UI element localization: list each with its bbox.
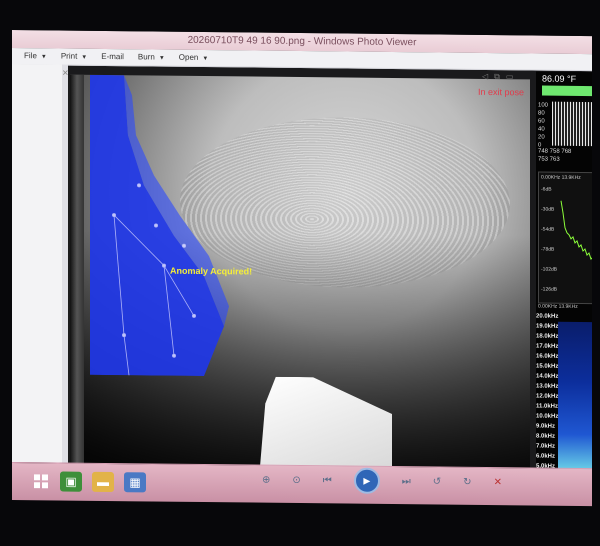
level-bar xyxy=(542,85,592,97)
screen: 20260710T9 49 16 90.png - Windows Photo … xyxy=(12,30,592,507)
app-icon[interactable]: ▣ xyxy=(60,471,82,492)
left-margin xyxy=(12,64,68,463)
windows-start-icon[interactable] xyxy=(30,471,52,491)
blue-depth-overlay xyxy=(90,74,229,377)
folder-icon[interactable]: ▬ xyxy=(92,471,114,493)
frequency-list: 20.0kHz 19.0kHz 18.0kHz 17.0kHz 16.0kHz … xyxy=(536,313,559,470)
rotate-right-icon[interactable]: ↻ xyxy=(463,476,471,487)
spectrum-trace xyxy=(560,200,592,264)
actual-size-icon[interactable]: ⊙ xyxy=(292,474,300,485)
taskbar: ▣ ▬ ▦ ⊕ ⊙ ⏮ ▶ ⏭ ↺ ↻ ✕ xyxy=(12,462,592,507)
histogram-y-axis: 100 80 60 40 20 0 xyxy=(538,102,549,149)
left-strip xyxy=(62,64,68,463)
menu-open[interactable]: Open ▼ xyxy=(179,50,209,66)
spectrogram-waterfall xyxy=(558,321,592,473)
menu-burn[interactable]: Burn ▼ xyxy=(138,49,165,65)
delete-icon[interactable]: ✕ xyxy=(494,477,502,488)
temperature-readout: 86.09 °F xyxy=(542,73,577,84)
instrument-panel: 86.09 °F 100 80 60 40 20 0 748 758 768 7… xyxy=(536,71,592,473)
window-icon[interactable]: ▭ xyxy=(506,72,514,82)
menu-email[interactable]: E-mail xyxy=(101,49,124,65)
photo-canvas: Anomaly Acquired! xyxy=(70,74,530,470)
next-icon[interactable]: ⏭ xyxy=(402,476,411,487)
photo-viewer-icon[interactable]: ▦ xyxy=(124,472,146,493)
previous-icon[interactable]: ⏮ xyxy=(323,475,332,486)
wall-edge xyxy=(70,74,84,465)
status-label: In exit pose xyxy=(478,86,525,98)
back-icon[interactable]: ◁ xyxy=(482,72,488,82)
viewer-toolbar: ◁ ⧉ ▭ xyxy=(482,72,513,82)
histogram-x-axis: 748 758 768 753 763 xyxy=(538,148,572,163)
rotate-left-icon[interactable]: ↺ xyxy=(433,476,441,487)
menu-print[interactable]: Print ▼ xyxy=(61,49,87,65)
viewer-controls: ⊕ ⊙ ⏮ ▶ ⏭ ↺ ↻ ✕ xyxy=(262,467,502,495)
zoom-icon[interactable]: ⊕ xyxy=(262,474,270,485)
share-icon[interactable]: ⧉ xyxy=(494,72,500,82)
close-icon[interactable]: ✕ xyxy=(62,69,69,78)
slideshow-button[interactable]: ▶ xyxy=(353,467,380,494)
anomaly-label: Anomaly Acquired! xyxy=(170,265,253,277)
menu-file[interactable]: File ▼ xyxy=(24,48,47,64)
spectrum-plot: 0.00KHz 13.9KHz -6dB -30dB -54dB -78dB -… xyxy=(538,171,592,305)
spectrum-x-axis: 0.00KHz 13.9KHz xyxy=(538,303,578,310)
histogram xyxy=(552,101,592,147)
